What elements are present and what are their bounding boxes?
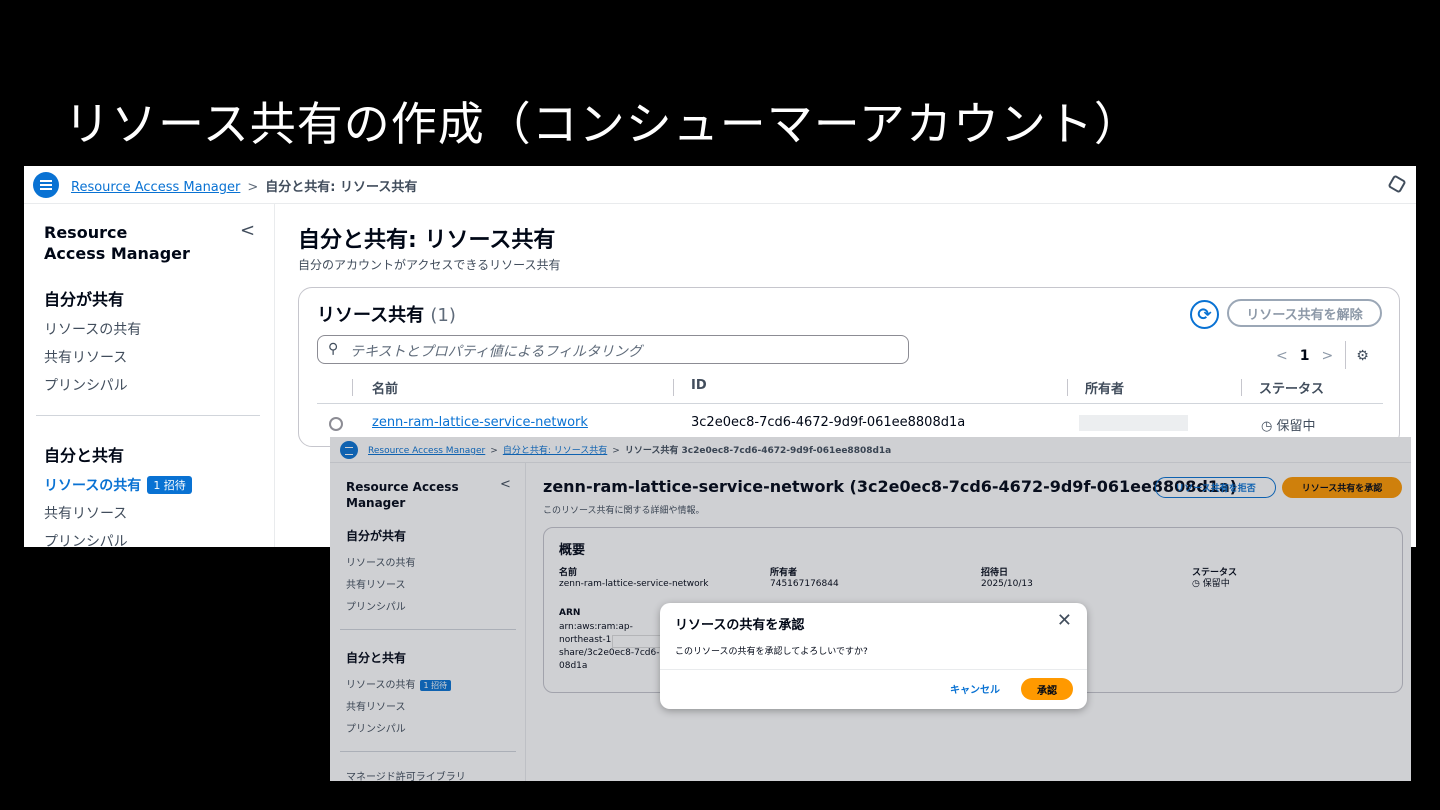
col-id[interactable]: ID — [691, 378, 707, 393]
filter-input[interactable]: ⚲ テキストとプロパティ値によるフィルタリング — [317, 335, 909, 364]
reject-share-button[interactable]: リソース共有を拒否 — [1155, 477, 1276, 498]
sidebar-title-2: Resource Access Manager — [346, 480, 459, 510]
divider — [36, 415, 260, 416]
menu-icon-2[interactable] — [340, 441, 358, 459]
confirm-accept-button[interactable]: 承認 — [1021, 678, 1073, 700]
detail-title: zenn-ram-lattice-service-network (3c2e0e… — [543, 477, 1238, 496]
invite-badge-2: 1 招待 — [419, 680, 452, 691]
overview-title: 概要 — [559, 543, 586, 558]
search-icon: ⚲ — [328, 341, 339, 357]
owner-label: 所有者 — [770, 568, 798, 578]
name-value: zenn-ram-lattice-service-network — [559, 579, 709, 589]
card-count: (1) — [430, 305, 456, 326]
status-badge: ◷ 保留中 — [1261, 419, 1316, 434]
invited-label: 招待日 — [981, 568, 1009, 578]
col-owner[interactable]: 所有者 — [1085, 378, 1124, 397]
breadcrumb-mid-2[interactable]: 自分と共有: リソース共有 — [503, 446, 607, 456]
invite-badge: 1 招待 — [147, 476, 192, 494]
nav2-shared-resources[interactable]: 共有リソース — [346, 576, 406, 591]
card-title: リソース共有 (1) — [317, 305, 456, 326]
nav-shared-resources[interactable]: 共有リソース — [44, 347, 127, 367]
top-bar-2: Resource Access Manager > 自分と共有: リソース共有 > リソ… — [330, 437, 1411, 463]
pagination: <1 > ⚙ — [1276, 341, 1369, 369]
collapse-icon-2[interactable]: < — [500, 477, 511, 492]
arn-line-2: northeast-1 — [559, 635, 612, 645]
arn-label: ARN — [559, 608, 581, 618]
cancel-button[interactable]: キャンセル — [950, 681, 1000, 696]
modal-title: リソースの共有を承認 — [675, 618, 805, 633]
arn-line-1: arn:aws:ram:ap- — [559, 622, 633, 632]
section-shared-with-me: 自分と共有 — [44, 446, 125, 465]
sidebar-2: Resource Access Manager < 自分が共有 リソースの共有 … — [330, 463, 526, 781]
arn-redacted — [612, 635, 662, 648]
resource-shares-card: リソース共有 (1) ⟳ リソース共有を解除 ⚲ テキストとプロパティ値によるフ… — [298, 287, 1400, 447]
breadcrumb: Resource Access Manager > 自分と共有: リソース共有 — [71, 180, 418, 195]
disassociate-button[interactable]: リソース共有を解除 — [1227, 299, 1382, 327]
sidebar: Resource Access Manager < 自分が共有 リソースの共有 … — [24, 204, 275, 547]
nav2-principals[interactable]: プリンシパル — [346, 598, 406, 613]
settings-hex-icon[interactable] — [1387, 174, 1407, 194]
status-label: ステータス — [1192, 568, 1238, 578]
nav2-resource-shares[interactable]: リソースの共有 — [346, 554, 416, 569]
col-name[interactable]: 名前 — [372, 378, 398, 397]
modal-body: このリソースの共有を承認してよろしいですか? — [675, 647, 868, 657]
refresh-icon[interactable]: ⟳ — [1190, 300, 1219, 329]
owner-redacted — [1079, 415, 1188, 431]
nav-resource-shares[interactable]: リソースの共有 — [44, 319, 141, 339]
nav-principals[interactable]: プリンシパル — [44, 375, 128, 395]
invited-value: 2025/10/13 — [981, 579, 1033, 589]
top-bar: Resource Access Manager > 自分と共有: リソース共有 — [24, 166, 1416, 204]
nav2-managed-permissions[interactable]: マネージド許可ライブラリ — [346, 768, 466, 781]
owner-value: 745167176844 — [770, 579, 839, 589]
nav-shared-resources-2[interactable]: 共有リソース — [44, 503, 127, 523]
table-row: zenn-ram-lattice-service-network 3c2e0ec… — [317, 413, 1383, 437]
section-shared-by-me-2: 自分が共有 — [346, 529, 407, 543]
table-header: 名前 ID 所有者 ステータス — [317, 373, 1383, 404]
section-shared-with-me-2: 自分と共有 — [346, 651, 407, 665]
breadcrumb-root-2[interactable]: Resource Access Manager — [368, 446, 485, 456]
page-subtitle: 自分のアカウントがアクセスできるリソース共有 — [298, 258, 561, 272]
nav2-principals-2[interactable]: プリンシパル — [346, 720, 406, 735]
breadcrumb-current-2: リソース共有 3c2e0ec8-7cd6-4672-9d9f-061ee8808… — [624, 446, 892, 456]
slide-title: リソース共有の作成（コンシューマーアカウント） — [64, 97, 1141, 151]
arn-line-4: 08d1a — [559, 661, 588, 671]
row-radio[interactable] — [329, 417, 343, 431]
page-title: 自分と共有: リソース共有 — [298, 228, 556, 253]
close-icon[interactable]: ✕ — [1057, 610, 1072, 631]
nav2-resource-shares-active[interactable]: リソースの共有 1 招待 — [346, 676, 452, 691]
nav-resource-shares-active[interactable]: リソースの共有 1 招待 — [44, 475, 192, 495]
nav2-shared-resources-2[interactable]: 共有リソース — [346, 698, 406, 713]
nav-principals-2[interactable]: プリンシパル — [44, 531, 128, 547]
next-page-icon[interactable]: > — [1321, 348, 1333, 364]
sidebar-title: Resource Access Manager — [44, 223, 190, 263]
accept-share-button[interactable]: リソース共有を承認 — [1282, 477, 1402, 498]
collapse-icon[interactable]: < — [240, 220, 255, 241]
arn-line-3: share/3c2e0ec8-7cd6- — [559, 648, 660, 658]
prev-page-icon[interactable]: < — [1276, 348, 1288, 364]
current-page[interactable]: 1 — [1300, 348, 1310, 364]
menu-icon[interactable] — [33, 172, 59, 198]
col-status[interactable]: ステータス — [1259, 378, 1324, 397]
name-label: 名前 — [559, 568, 578, 578]
breadcrumb-current: 自分と共有: リソース共有 — [265, 180, 418, 195]
share-id: 3c2e0ec8-7cd6-4672-9d9f-061ee8808d1a — [691, 415, 966, 430]
accept-modal: リソースの共有を承認 ✕ このリソースの共有を承認してよろしいですか? キャンセ… — [660, 603, 1087, 709]
status-value: ◷ 保留中 — [1192, 579, 1230, 589]
gear-icon[interactable]: ⚙ — [1356, 348, 1369, 364]
screenshot-share-detail: Resource Access Manager > 自分と共有: リソース共有 > リソ… — [330, 437, 1411, 781]
detail-subtitle: このリソース共有に関する詳細や情報。 — [543, 506, 705, 516]
section-shared-by-me: 自分が共有 — [44, 290, 125, 309]
breadcrumb-2: Resource Access Manager > 自分と共有: リソース共有 > リソ… — [368, 446, 892, 456]
breadcrumb-root[interactable]: Resource Access Manager — [71, 180, 240, 195]
share-name-link[interactable]: zenn-ram-lattice-service-network — [372, 415, 588, 430]
